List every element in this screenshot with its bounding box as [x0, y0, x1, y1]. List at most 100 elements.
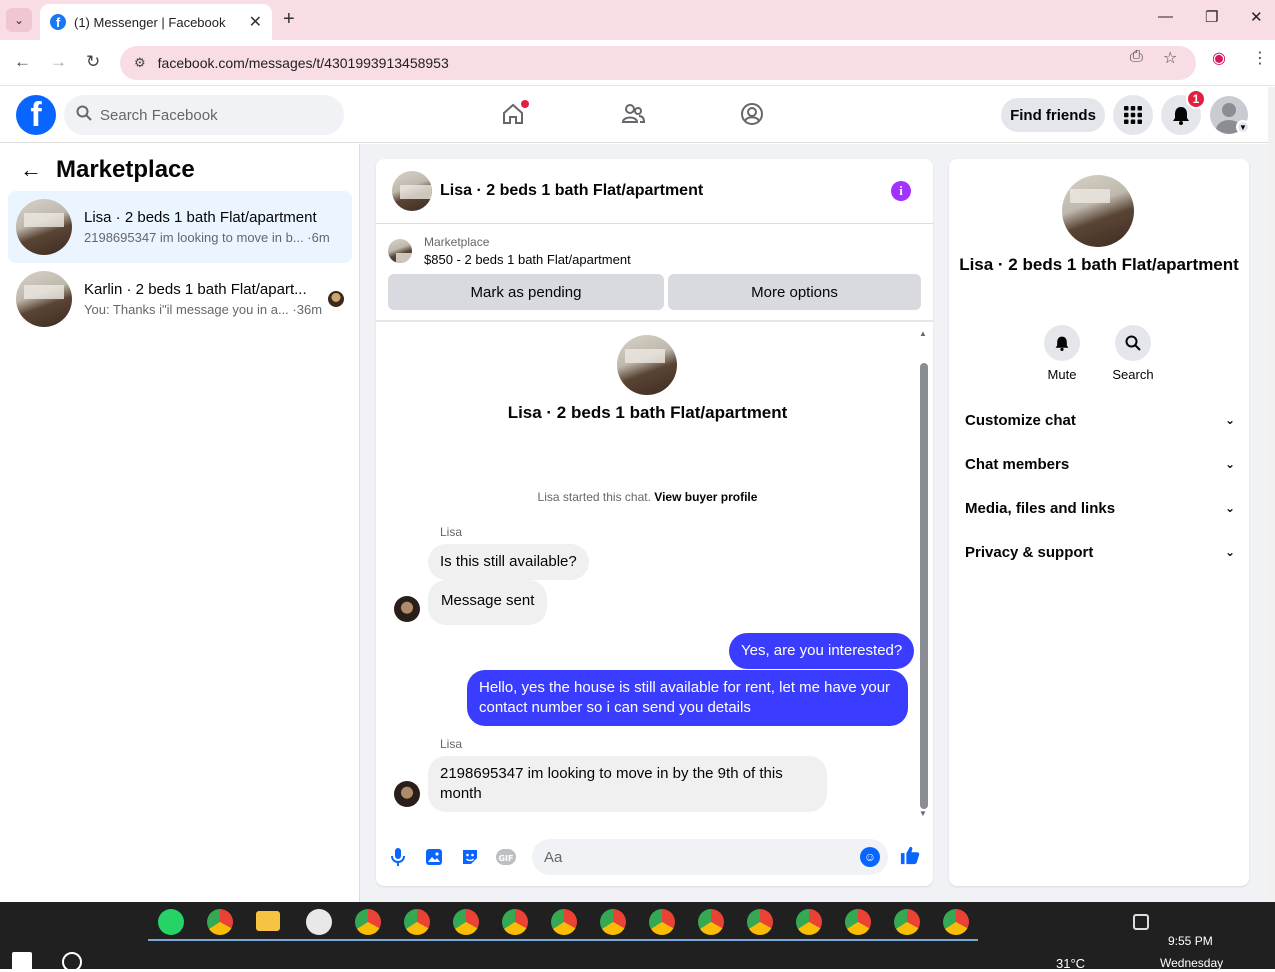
mute-label: Mute — [1047, 367, 1077, 382]
whatsapp-icon[interactable] — [158, 909, 184, 935]
photo-icon[interactable] — [424, 847, 444, 867]
friends-icon[interactable] — [618, 99, 648, 129]
search-input[interactable] — [100, 106, 320, 124]
customize-chat-row[interactable]: Customize chat ⌄ — [965, 405, 1235, 435]
taskbar-search-icon[interactable] — [62, 952, 82, 972]
details-avatar[interactable] — [1062, 175, 1134, 247]
close-window-button[interactable]: ✕ — [1250, 8, 1263, 26]
clock-day[interactable]: Wednesday — [1160, 956, 1223, 970]
browser-menu-icon[interactable]: ⋮ — [1252, 48, 1268, 68]
bookmark-star-icon[interactable]: ☆ — [1163, 48, 1177, 68]
more-options-button[interactable]: More options — [668, 274, 921, 310]
browser-tab[interactable]: f (1) Messenger | Facebook ✕ — [40, 4, 272, 40]
new-tab-button[interactable]: + — [283, 8, 295, 31]
chat-scrollbar[interactable]: ▲ ▼ — [919, 329, 929, 819]
chrome-icon[interactable] — [649, 909, 675, 935]
marketplace-header: ← Marketplace — [20, 156, 195, 184]
chrome-icon[interactable] — [502, 909, 528, 935]
marketplace-listing[interactable]: Marketplace $850 - 2 beds 1 bath Flat/ap… — [388, 235, 631, 267]
microphone-icon[interactable] — [388, 847, 408, 867]
search-button[interactable]: Search — [1103, 325, 1163, 382]
message-composer[interactable]: ☺ — [532, 839, 888, 875]
scroll-down-icon[interactable]: ▼ — [919, 809, 927, 818]
chat-members-row[interactable]: Chat members ⌄ — [965, 449, 1235, 479]
message-input[interactable] — [544, 848, 844, 866]
info-icon[interactable]: i — [891, 181, 911, 201]
tab-close-icon[interactable]: ✕ — [249, 12, 262, 32]
chrome-icon[interactable] — [551, 909, 577, 935]
composer: GIF ☺ — [376, 831, 933, 881]
marketplace-label: Marketplace — [424, 235, 490, 249]
gif-icon[interactable]: GIF — [496, 847, 516, 867]
chrome-icon[interactable] — [943, 909, 969, 935]
facebook-search[interactable] — [64, 95, 344, 135]
emoji-icon[interactable]: ☺ — [860, 847, 880, 867]
clock-time[interactable]: 9:55 PM — [1168, 934, 1213, 948]
omnibox[interactable]: ⚙ facebook.com/messages/t/43019939134589… — [120, 46, 1196, 80]
restore-button[interactable]: ❐ — [1205, 8, 1218, 26]
conversation-list-panel: ← Marketplace Lisa · 2 beds 1 bath Flat/… — [0, 144, 360, 902]
back-arrow-icon[interactable]: ← — [20, 157, 42, 183]
messenger-page: ← Marketplace Lisa · 2 beds 1 bath Flat/… — [0, 144, 1268, 902]
chrome-icon[interactable] — [207, 909, 233, 935]
chrome-icon[interactable] — [698, 909, 724, 935]
install-app-icon[interactable]: ⎙ — [1130, 48, 1143, 66]
profile-circle-icon[interactable] — [737, 99, 767, 129]
incoming-message[interactable]: Is this still available? — [428, 544, 589, 580]
chrome-icon[interactable] — [600, 909, 626, 935]
chat-title[interactable]: Lisa · 2 beds 1 bath Flat/apartment — [440, 182, 703, 200]
back-button[interactable]: ← — [14, 52, 31, 72]
mark-as-pending-button[interactable]: Mark as pending — [388, 274, 664, 310]
media-files-links-row[interactable]: Media, files and links ⌄ — [965, 493, 1235, 523]
scroll-thumb[interactable] — [920, 363, 928, 809]
tab-search-button[interactable]: ⌄ — [6, 8, 32, 32]
chevron-down-icon: ⌄ — [1224, 501, 1235, 515]
row-label: Privacy & support — [965, 543, 1094, 561]
thumbs-up-icon[interactable] — [900, 845, 920, 865]
privacy-support-row[interactable]: Privacy & support ⌄ — [965, 537, 1235, 567]
file-explorer-icon[interactable] — [256, 911, 280, 931]
windows-taskbar: 9:55 PM 31°C Wednesday — [0, 902, 1275, 972]
conversation-item[interactable]: Karlin · 2 beds 1 bath Flat/apart... You… — [8, 263, 352, 335]
chat-thumbnail[interactable] — [392, 171, 432, 211]
sender-avatar[interactable] — [394, 781, 420, 807]
chrome-icon[interactable] — [404, 909, 430, 935]
page-title: Marketplace — [56, 156, 195, 183]
chat-started-notice: Lisa started this chat. View buyer profi… — [376, 490, 919, 504]
page-scrollbar[interactable] — [1268, 87, 1275, 902]
chrome-icon[interactable] — [747, 909, 773, 935]
chrome-icon[interactable] — [796, 909, 822, 935]
sticker-icon[interactable] — [460, 847, 480, 867]
incoming-message[interactable]: Message sent — [428, 580, 548, 625]
menu-grid-icon[interactable] — [1113, 95, 1153, 135]
outgoing-message[interactable]: Hello, yes the house is still available … — [467, 670, 908, 726]
mute-button[interactable]: Mute — [1032, 325, 1092, 382]
forward-button[interactable]: → — [50, 52, 67, 72]
outgoing-message[interactable]: Yes, are you interested? — [729, 633, 915, 669]
chevron-down-icon[interactable]: ▼ — [1236, 120, 1250, 134]
find-friends-button[interactable]: Find friends — [1001, 98, 1105, 132]
search-label: Search — [1112, 367, 1154, 382]
chat-header: Lisa · 2 beds 1 bath Flat/apartment — [376, 159, 933, 224]
minimize-button[interactable]: — — [1158, 8, 1173, 25]
scroll-up-icon[interactable]: ▲ — [919, 329, 927, 338]
chrome-icon[interactable] — [845, 909, 871, 935]
reload-button[interactable]: ↻ — [86, 52, 100, 72]
browser-tab-bar: ⌄ f (1) Messenger | Facebook ✕ + — ❐ ✕ — [0, 0, 1275, 40]
facebook-header: f Find friends 1 ▼ — [0, 87, 1268, 143]
sender-avatar[interactable] — [394, 596, 420, 622]
chrome-icon[interactable] — [453, 909, 479, 935]
windows-start-icon[interactable] — [12, 952, 32, 972]
site-settings-icon[interactable]: ⚙ — [134, 55, 146, 71]
app-icon[interactable] — [306, 909, 332, 935]
conversation-item[interactable]: Lisa · 2 beds 1 bath Flat/apartment 2198… — [8, 191, 352, 263]
chrome-icon[interactable] — [894, 909, 920, 935]
profile-icon[interactable]: ◉ — [1212, 48, 1226, 68]
tray-device-icon[interactable] — [1133, 914, 1149, 930]
chrome-icon[interactable] — [355, 909, 381, 935]
chevron-down-icon: ⌄ — [1224, 545, 1235, 559]
incoming-message[interactable]: 2198695347 im looking to move in by the … — [428, 756, 827, 812]
divider — [376, 320, 933, 322]
view-buyer-profile-link[interactable]: View buyer profile — [654, 490, 757, 504]
facebook-logo-icon[interactable]: f — [16, 95, 56, 135]
